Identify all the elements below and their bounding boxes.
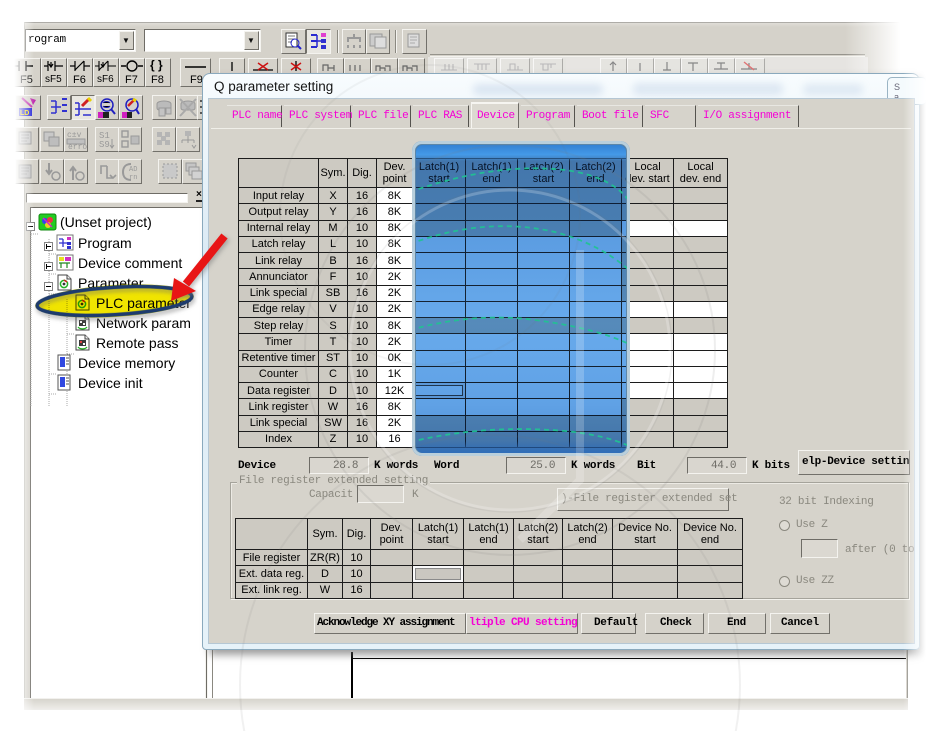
svg-text:error: error [68,143,87,151]
svg-text:rn: rn [129,174,137,182]
svg-text:AD: AD [129,166,137,174]
svg-text:S9: S9 [99,140,110,150]
